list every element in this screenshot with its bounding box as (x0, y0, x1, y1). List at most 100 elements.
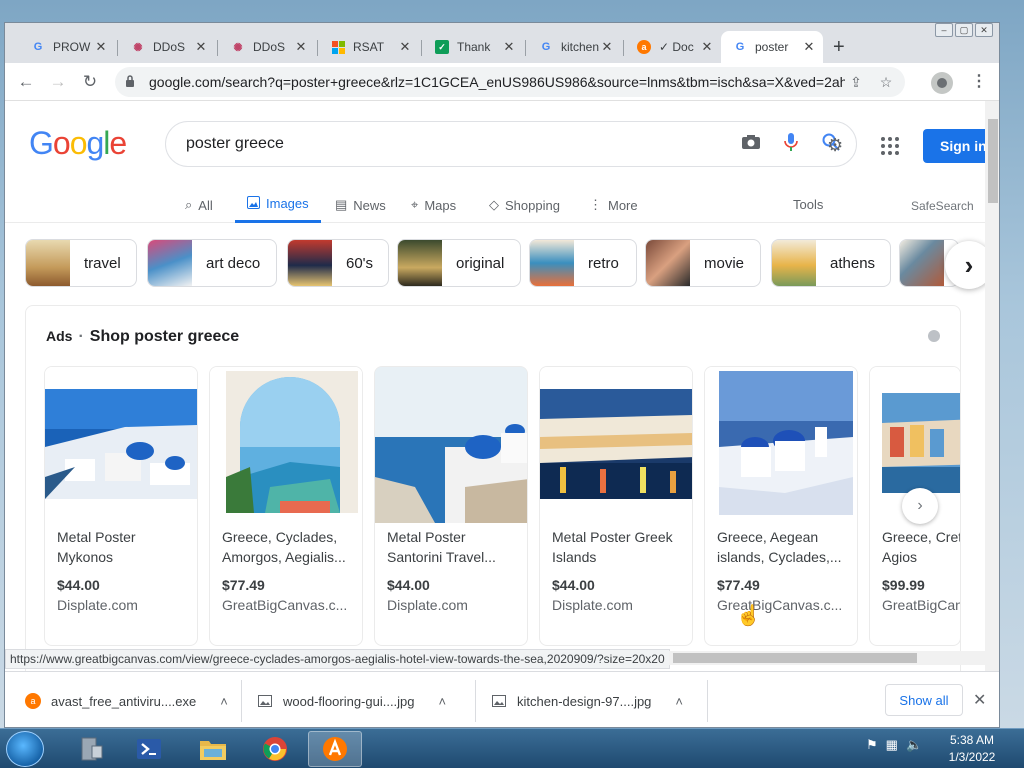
chip-thumbnail (398, 240, 442, 286)
google-apps-icon[interactable] (881, 137, 899, 155)
downloads-bar: a avast_free_antiviru....exe ˄ wood-floo… (5, 671, 999, 727)
sign-in-button[interactable]: Sign in (923, 129, 985, 163)
product-card[interactable]: Greece, Aegean islands, Cyclades,... $77… (704, 366, 858, 646)
more-menu-icon[interactable]: ⋮ (971, 71, 987, 91)
product-image (540, 367, 692, 523)
taskbar-chrome[interactable] (248, 731, 302, 767)
tab-images[interactable]: Images (235, 187, 321, 223)
lock-icon (125, 74, 139, 90)
google-icon: G (33, 41, 43, 53)
close-window-button[interactable]: ✕ (975, 23, 993, 37)
chip-label: original (456, 254, 505, 272)
tab-label: Images (266, 196, 309, 211)
tab-shopping[interactable]: ◇ Shopping (489, 187, 560, 223)
chip-travel[interactable]: travel (25, 239, 137, 287)
gear-favicon-icon: ✺ (133, 41, 143, 54)
chip-athens[interactable]: athens (771, 239, 891, 287)
taskbar-powershell[interactable] (122, 731, 176, 767)
tab-all[interactable]: ⌕ All (185, 187, 213, 223)
download-item[interactable]: a avast_free_antiviru....exe ˄ (25, 686, 228, 716)
chip-retro[interactable]: retro (529, 239, 637, 287)
close-icon[interactable]: ✕ (93, 39, 109, 55)
product-image (705, 367, 857, 523)
reload-button[interactable]: ↻ (79, 71, 101, 93)
close-icon[interactable]: ✕ (193, 39, 209, 55)
ads-heading: Ads · Shop poster greece (46, 328, 239, 346)
scroll-thumb[interactable] (673, 653, 917, 663)
close-icon[interactable]: ✕ (293, 39, 309, 55)
tab-news[interactable]: ▤ News (335, 187, 386, 223)
product-card[interactable]: Metal Poster Santorini Travel... $44.00 … (374, 366, 528, 646)
tab-prow[interactable]: G PROW ✕ (19, 31, 115, 63)
chip-art-deco[interactable]: art deco (147, 239, 277, 287)
share-icon[interactable]: ⇪ (845, 74, 867, 91)
tab-ddos-1[interactable]: ✺ DDoS ✕ (119, 31, 215, 63)
volume-icon[interactable]: 🔈 (906, 737, 922, 753)
close-icon[interactable]: ✕ (801, 39, 817, 55)
action-center-flag-icon[interactable]: ⚑ (866, 737, 878, 753)
product-name: Greece, Cyclades, Amorgos, Aegialis... (222, 529, 346, 565)
settings-gear-icon[interactable]: ⚙ (827, 135, 843, 156)
chip-label: movie (704, 254, 745, 272)
taskbar-avast[interactable] (308, 731, 362, 767)
taskbar-file-explorer[interactable] (186, 731, 240, 767)
network-icon[interactable]: ▦ (886, 737, 898, 753)
avast-icon: a (25, 693, 41, 709)
close-icon[interactable]: ✕ (973, 690, 986, 710)
product-card[interactable]: Metal Poster Mykonos $44.00 Displate.com (44, 366, 198, 646)
tab-doc[interactable]: a ✓ Doc ✕ (625, 31, 721, 63)
horizontal-scrollbar[interactable] (669, 651, 987, 665)
tab-poster[interactable]: G poster ✕ (721, 31, 823, 63)
forward-button[interactable]: → (47, 71, 69, 93)
product-price: $44.00 (387, 577, 430, 593)
close-icon[interactable]: ✕ (397, 39, 413, 55)
clock[interactable]: 5:38 AM 1/3/2022 (942, 732, 1002, 766)
show-all-button[interactable]: Show all (885, 684, 963, 716)
product-store: Displate.com (57, 597, 138, 613)
start-button[interactable] (6, 731, 44, 767)
address-bar[interactable]: google.com/search?q=poster+greece&rlz=1C… (115, 67, 905, 97)
tab-more[interactable]: ⋮ More (589, 187, 638, 223)
chevron-right-icon[interactable]: › (902, 488, 938, 524)
camera-icon[interactable] (736, 134, 766, 155)
minimize-button[interactable]: – (935, 23, 953, 37)
download-item[interactable]: kitchen-design-97....jpg ˄ (491, 686, 683, 716)
tab-ddos-2[interactable]: ✺ DDoS ✕ (219, 31, 315, 63)
product-card[interactable]: Metal Poster Greek Islands $44.00 Displa… (539, 366, 693, 646)
scroll-thumb[interactable] (988, 119, 998, 203)
chevron-up-icon[interactable]: ˄ (439, 694, 447, 709)
search-query[interactable]: poster greece (186, 135, 736, 153)
chevron-right-icon[interactable]: › (945, 241, 985, 289)
tab-thank[interactable]: ✓ Thank ✕ (423, 31, 523, 63)
tab-kitchen[interactable]: G kitchen ✕ (527, 31, 621, 63)
vertical-scrollbar[interactable] (985, 101, 999, 671)
close-icon[interactable]: ✕ (599, 39, 615, 55)
close-icon[interactable]: ✕ (699, 39, 715, 55)
product-price: $99.99 (882, 577, 925, 593)
google-logo[interactable]: Google (29, 125, 127, 162)
separator-dot: · (78, 328, 84, 345)
tab-maps[interactable]: ⌖ Maps (411, 187, 456, 223)
download-item[interactable]: wood-flooring-gui....jpg ˄ (257, 686, 446, 716)
close-icon[interactable]: ✕ (501, 39, 517, 55)
microphone-icon[interactable] (776, 132, 806, 157)
chip-movie[interactable]: movie (645, 239, 761, 287)
product-card[interactable]: Greece, Cyclades, Amorgos, Aegialis... $… (209, 366, 363, 646)
safesearch-button[interactable]: SafeSearch (911, 199, 974, 213)
new-tab-button[interactable]: + (833, 37, 845, 57)
taskbar-server-manager[interactable] (64, 731, 118, 767)
profile-avatar-icon[interactable] (931, 72, 953, 94)
chevron-up-icon[interactable]: ˄ (675, 694, 683, 709)
info-icon[interactable] (928, 330, 940, 342)
chip-thumbnail (26, 240, 70, 286)
tab-rsat[interactable]: RSAT ✕ (319, 31, 419, 63)
bookmark-star-icon[interactable]: ☆ (875, 74, 897, 91)
back-button[interactable]: ← (15, 71, 37, 93)
maximize-button[interactable]: ▢ (955, 23, 973, 37)
chip-60s[interactable]: 60's (287, 239, 389, 287)
chip-original[interactable]: original (397, 239, 521, 287)
search-input[interactable]: poster greece (165, 121, 857, 167)
tools-button[interactable]: Tools (793, 197, 823, 212)
product-name: Metal Poster Greek Islands (552, 529, 673, 565)
chevron-up-icon[interactable]: ˄ (220, 694, 228, 709)
